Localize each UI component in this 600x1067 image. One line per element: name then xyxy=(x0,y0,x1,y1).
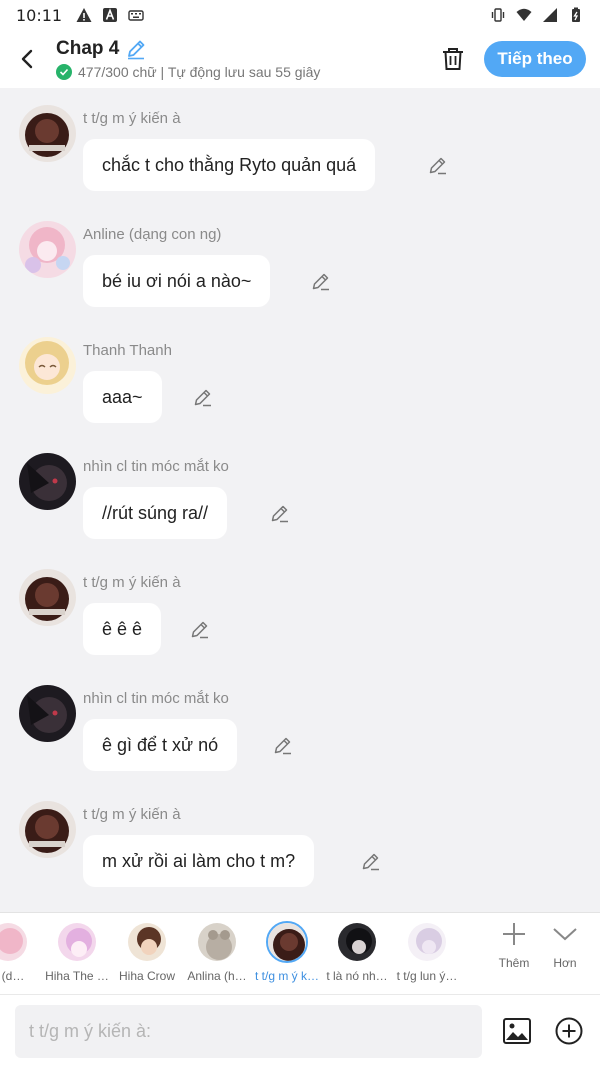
character-name: t t/g lun ý… xyxy=(396,969,458,983)
character-item[interactable]: t là nó nh… xyxy=(319,921,395,993)
chapter-title: Chap 4 xyxy=(56,38,120,59)
character-name: Hiha Crow xyxy=(118,969,175,983)
character-item[interactable]: Anlina (h… xyxy=(179,921,255,993)
add-character-label: Thêm xyxy=(498,956,530,970)
sender-name: nhìn cl tin móc mắt ko xyxy=(83,458,229,475)
status-time: 10:11 xyxy=(16,5,63,25)
avatar[interactable] xyxy=(19,569,76,626)
warning-icon xyxy=(76,8,92,22)
saved-check-icon xyxy=(56,64,72,80)
character-name: Hiha The … xyxy=(45,969,109,983)
character-item[interactable]: t t/g lun ý… xyxy=(389,921,465,993)
more-characters-label: Hơn xyxy=(553,956,577,970)
trash-icon xyxy=(443,48,463,70)
keyboard-icon xyxy=(128,10,144,21)
character-name: t t/g m ý k… xyxy=(254,969,319,983)
message-bubble[interactable]: ê ê ê xyxy=(83,603,162,655)
sender-name: nhìn cl tin móc mắt ko xyxy=(83,690,229,707)
character-avatar xyxy=(56,921,98,963)
character-avatar xyxy=(126,921,168,963)
plus-icon xyxy=(503,923,525,945)
font-app-icon xyxy=(103,8,118,22)
message-bubble[interactable]: //rút súng ra// xyxy=(83,487,228,539)
avatar[interactable] xyxy=(19,801,76,858)
message-item: Thanh Thanh aaa~ xyxy=(0,320,600,436)
add-circle-icon[interactable] xyxy=(554,1016,584,1046)
back-arrow-icon xyxy=(21,49,33,69)
message-item: t t/g m ý kiến à ê ê ê xyxy=(0,552,600,668)
message-bubble[interactable]: aaa~ xyxy=(83,371,162,423)
message-item: t t/g m ý kiến à m xử rồi ai làm cho t m… xyxy=(0,784,600,900)
character-name: t là nó nh… xyxy=(326,969,388,983)
battery-icon xyxy=(572,7,580,22)
message-input[interactable] xyxy=(15,1005,482,1058)
vibrate-icon xyxy=(491,8,505,22)
edit-message-icon[interactable] xyxy=(311,271,331,291)
avatar[interactable] xyxy=(19,337,76,394)
next-button[interactable]: Tiếp theo xyxy=(484,41,586,77)
wifi-icon xyxy=(516,8,532,21)
character-avatar xyxy=(406,921,448,963)
edit-message-icon[interactable] xyxy=(190,619,210,639)
title-block: Chap 4 477/300 chữ | Tự động lưu sau 55 … xyxy=(56,38,320,80)
edit-message-icon[interactable] xyxy=(428,155,448,175)
message-list[interactable]: t t/g m ý kiến à chắc t cho thằng Ryto q… xyxy=(0,88,600,912)
sender-name: Anline (dạng con ng) xyxy=(83,226,222,243)
sender-name: Thanh Thanh xyxy=(83,342,172,359)
delete-button[interactable] xyxy=(436,42,470,76)
message-bubble[interactable]: chắc t cho thằng Ryto quản quá xyxy=(83,139,376,191)
character-avatar xyxy=(196,921,238,963)
edit-message-icon[interactable] xyxy=(361,851,381,871)
composer-bar xyxy=(0,994,600,1067)
editor-header: Chap 4 477/300 chữ | Tự động lưu sau 55 … xyxy=(0,30,600,88)
chevron-down-icon xyxy=(553,928,577,941)
status-bar: 10:11 xyxy=(0,0,600,30)
message-item: nhìn cl tin móc mắt ko ê gì để t xử nó xyxy=(0,668,600,784)
character-item[interactable]: Hiha Crow xyxy=(109,921,185,993)
avatar[interactable] xyxy=(19,221,76,278)
message-bubble[interactable]: bé iu ơi nói a nào~ xyxy=(83,255,271,307)
avatar[interactable] xyxy=(19,453,76,510)
message-item: t t/g m ý kiến à chắc t cho thằng Ryto q… xyxy=(0,88,600,204)
message-item: nhìn cl tin móc mắt ko //rút súng ra// xyxy=(0,436,600,552)
character-item[interactable]: Hiha The … xyxy=(39,921,115,993)
character-item-selected[interactable]: t t/g m ý k… xyxy=(249,921,325,993)
character-avatar xyxy=(336,921,378,963)
avatar[interactable] xyxy=(19,685,76,742)
edit-message-icon[interactable] xyxy=(193,387,213,407)
message-bubble[interactable]: ê gì để t xử nó xyxy=(83,719,238,771)
save-status-text: 477/300 chữ | Tự động lưu sau 55 giây xyxy=(78,64,321,80)
character-picker: e (d… Hiha The … Hiha Crow Anlina (h… t … xyxy=(0,912,600,994)
signal-icon xyxy=(543,8,557,22)
add-character-button[interactable]: Thêm xyxy=(489,921,539,970)
character-avatar xyxy=(0,921,29,963)
character-avatar xyxy=(266,921,308,963)
sender-name: t t/g m ý kiến à xyxy=(83,574,181,591)
character-name: Anlina (h… xyxy=(187,969,247,983)
more-characters-button[interactable]: Hơn xyxy=(540,921,590,970)
avatar[interactable] xyxy=(19,105,76,162)
edit-title-icon[interactable] xyxy=(125,38,147,60)
back-button[interactable] xyxy=(0,30,56,88)
message-item: Anline (dạng con ng) bé iu ơi nói a nào~ xyxy=(0,204,600,320)
image-icon[interactable] xyxy=(502,1016,532,1046)
edit-message-icon[interactable] xyxy=(270,503,290,523)
sender-name: t t/g m ý kiến à xyxy=(83,110,181,127)
edit-message-icon[interactable] xyxy=(273,735,293,755)
message-bubble[interactable]: m xử rồi ai làm cho t m? xyxy=(83,835,315,887)
sender-name: t t/g m ý kiến à xyxy=(83,806,181,823)
